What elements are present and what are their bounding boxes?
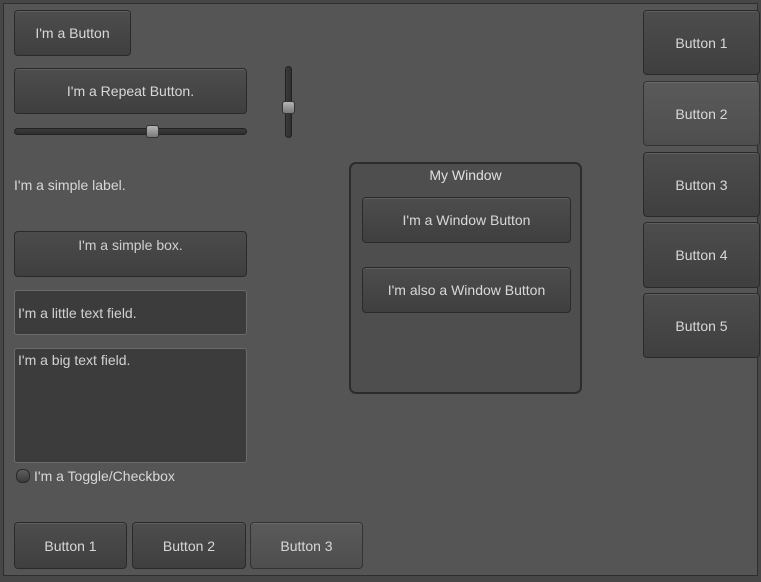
grid-button-1[interactable]: Button 1 <box>643 10 760 75</box>
window-button-2[interactable]: I'm also a Window Button <box>362 267 571 313</box>
text-area[interactable]: I'm a big text field. <box>14 348 247 463</box>
window-title: My Window <box>429 167 502 183</box>
toolbar-button-3[interactable]: Button 3 <box>250 522 363 569</box>
horizontal-slider[interactable] <box>14 124 247 139</box>
grid-button-4[interactable]: Button 4 <box>643 222 760 288</box>
simple-box: I'm a simple box. <box>14 231 247 277</box>
simple-button[interactable]: I'm a Button <box>14 10 131 56</box>
text-field[interactable] <box>14 290 247 335</box>
grid-button-3[interactable]: Button 3 <box>643 152 760 217</box>
horizontal-slider-track[interactable] <box>14 128 247 135</box>
horizontal-slider-thumb[interactable] <box>146 125 159 138</box>
vertical-slider[interactable] <box>281 66 296 138</box>
vertical-slider-thumb[interactable] <box>282 101 295 114</box>
gui-canvas: I'm a Button I'm a Repeat Button. I'm a … <box>3 3 760 576</box>
repeat-button[interactable]: I'm a Repeat Button. <box>14 68 247 114</box>
toggle-checkbox[interactable]: I'm a Toggle/Checkbox <box>16 468 175 484</box>
checkbox-icon[interactable] <box>16 469 30 483</box>
toolbar-button-2[interactable]: Button 2 <box>132 522 246 569</box>
toggle-label: I'm a Toggle/Checkbox <box>34 468 175 484</box>
window-button[interactable]: I'm a Window Button <box>362 197 571 243</box>
grid-button-5[interactable]: Button 5 <box>643 293 760 358</box>
simple-label: I'm a simple label. <box>14 177 126 193</box>
my-window: My Window I'm a Window Button I'm also a… <box>349 162 582 394</box>
grid-button-2[interactable]: Button 2 <box>643 81 760 146</box>
toolbar-button-1[interactable]: Button 1 <box>14 522 127 569</box>
